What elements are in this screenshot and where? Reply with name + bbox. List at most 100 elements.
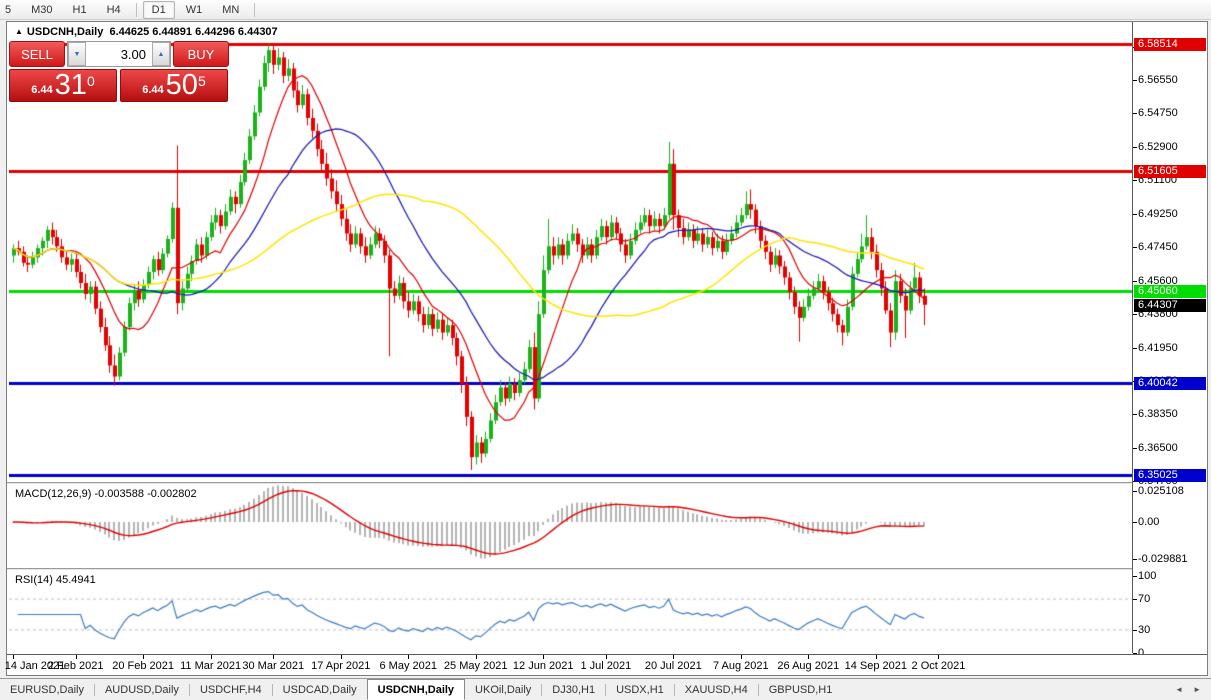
plot-area: ▲USDCNH,Daily 6.44625 6.44891 6.44296 6.… (7, 22, 1207, 675)
price-tick: 6.47450 (1138, 241, 1178, 253)
chart-title: ▲USDCNH,Daily 6.44625 6.44891 6.44296 6.… (15, 26, 278, 38)
date-label: 11 Mar 2021 (180, 660, 241, 672)
panel-splitter[interactable] (7, 482, 1207, 484)
date-label: 6 May 2021 (379, 660, 436, 672)
timeframe-button-h4[interactable]: H4 (98, 1, 130, 19)
date-tickmark (341, 655, 342, 659)
tabs-scroll-left-icon[interactable]: ◄ (1175, 685, 1183, 694)
date-tickmark (13, 655, 14, 659)
level-price-badge: 6.58514 (1134, 38, 1206, 51)
panel-splitter[interactable] (7, 568, 1207, 570)
rsi-tick: 70 (1138, 593, 1150, 605)
price-axis[interactable]: 6.583506.565506.547506.529006.511006.492… (1132, 22, 1207, 653)
axis-tickmark (1133, 281, 1137, 282)
buy-price-prefix: 6.44 (142, 84, 163, 96)
sell-price-box[interactable]: 6.44 31 0 (9, 69, 117, 102)
date-tickmark (673, 655, 674, 659)
price-tick: 6.54750 (1138, 107, 1178, 119)
volume-decrease-icon[interactable]: ▼ (68, 42, 86, 66)
tabs-scroll-right-icon[interactable]: ► (1193, 685, 1201, 694)
date-tickmark (211, 655, 212, 659)
toolbar-separator (136, 3, 137, 17)
axis-tickmark (1133, 599, 1137, 600)
axis-tickmark (1133, 180, 1137, 181)
timeframe-toolbar: 5M30H1H4 D1W1MN (0, 0, 1211, 20)
axis-tickmark (1133, 559, 1137, 560)
buy-button[interactable]: BUY (173, 41, 229, 67)
level-price-badge: 6.40042 (1134, 377, 1206, 390)
chart-tab-usdchf[interactable]: USDCHF,H4 (190, 679, 272, 700)
date-label: 2 Oct 2021 (912, 660, 966, 672)
price-tick: 6.38350 (1138, 408, 1178, 420)
date-tickmark (273, 655, 274, 659)
axis-tickmark (1133, 448, 1137, 449)
timeframe-button-h1[interactable]: H1 (64, 1, 96, 19)
date-label: 14 Sep 2021 (845, 660, 907, 672)
date-tickmark (741, 655, 742, 659)
chart-tab-usdcad[interactable]: USDCAD,Daily (273, 679, 367, 700)
axis-tickmark (1133, 247, 1137, 248)
date-tickmark (606, 655, 607, 659)
axis-tickmark (1133, 314, 1137, 315)
price-tick: 6.36500 (1138, 442, 1178, 454)
date-label: 1 Jul 2021 (580, 660, 631, 672)
chart-tab-dj30[interactable]: DJ30,H1 (542, 679, 605, 700)
toolbar-separator (254, 3, 255, 17)
date-label: 30 Mar 2021 (242, 660, 304, 672)
date-label: 25 May 2021 (444, 660, 508, 672)
chart-tab-audusd[interactable]: AUDUSD,Daily (95, 679, 189, 700)
rsi-canvas[interactable] (9, 570, 1132, 653)
axis-tickmark (1133, 214, 1137, 215)
level-price-badge: 6.51605 (1134, 165, 1206, 178)
date-label: 12 Jun 2021 (513, 660, 574, 672)
date-tickmark (76, 655, 77, 659)
buy-price-pip: 5 (198, 74, 206, 88)
sell-price-main: 31 (55, 71, 87, 100)
date-tickmark (143, 655, 144, 659)
chart-tab-ukoil[interactable]: UKOil,Daily (465, 679, 541, 700)
macd-tick: 0.00 (1138, 516, 1159, 528)
volume-increase-icon[interactable]: ▲ (152, 42, 170, 66)
date-label: 26 Aug 2021 (777, 660, 839, 672)
timeframe-button-d1[interactable]: D1 (143, 1, 175, 19)
timeframe-button-w1[interactable]: W1 (177, 1, 212, 19)
sell-price-pip: 0 (87, 74, 95, 88)
volume-spinner: ▼ ▲ (67, 41, 171, 67)
rsi-tick: 100 (1138, 570, 1156, 582)
sell-price-prefix: 6.44 (31, 84, 52, 96)
time-axis[interactable]: 14 Jan 20212 Feb 202120 Feb 202111 Mar 2… (7, 654, 1207, 675)
price-tick: 6.41950 (1138, 342, 1178, 354)
current-price-badge: 6.44307 (1134, 299, 1206, 312)
date-label: 20 Feb 2021 (112, 660, 174, 672)
rsi-label: RSI(14) 45.4941 (15, 574, 96, 586)
one-click-trading-panel: SELL ▼ ▲ BUY 6.44 31 0 6.44 50 5 (9, 41, 229, 102)
symbol-name: USDCNH,Daily (27, 26, 103, 38)
chart-tab-usdcnh[interactable]: USDCNH,Daily (367, 679, 465, 700)
date-tickmark (876, 655, 877, 659)
price-tick: 6.49250 (1138, 208, 1178, 220)
timeframe-button-m30[interactable]: M30 (22, 1, 61, 19)
chart-tab-gbpusd[interactable]: GBPUSD,H1 (759, 679, 843, 700)
buy-price-main: 50 (166, 71, 198, 100)
date-label: 2 Feb 2021 (48, 660, 104, 672)
buy-price-box[interactable]: 6.44 50 5 (120, 69, 228, 102)
chart-window: ▲USDCNH,Daily 6.44625 6.44891 6.44296 6.… (6, 21, 1208, 676)
level-price-badge: 6.45060 (1134, 285, 1206, 298)
date-tickmark (543, 655, 544, 659)
timeframe-button-mn[interactable]: MN (213, 1, 248, 19)
chart-tab-eurusd[interactable]: EURUSD,Daily (0, 679, 94, 700)
volume-input[interactable] (86, 42, 152, 66)
axis-tickmark (1133, 576, 1137, 577)
sell-button[interactable]: SELL (9, 41, 65, 67)
timeframe-button-5[interactable]: 5 (0, 1, 20, 19)
axis-tickmark (1133, 522, 1137, 523)
chart-tab-xauusd[interactable]: XAUUSD,H4 (675, 679, 758, 700)
price-tick: 6.52900 (1138, 141, 1178, 153)
date-tickmark (938, 655, 939, 659)
axis-tickmark (1133, 630, 1137, 631)
chart-tab-bar: EURUSD,DailyAUDUSD,DailyUSDCHF,H4USDCAD,… (0, 678, 1211, 700)
chart-tab-usdx[interactable]: USDX,H1 (606, 679, 674, 700)
date-label: 7 Aug 2021 (713, 660, 769, 672)
price-tick: 6.56550 (1138, 74, 1178, 86)
date-label: 20 Jul 2021 (645, 660, 702, 672)
